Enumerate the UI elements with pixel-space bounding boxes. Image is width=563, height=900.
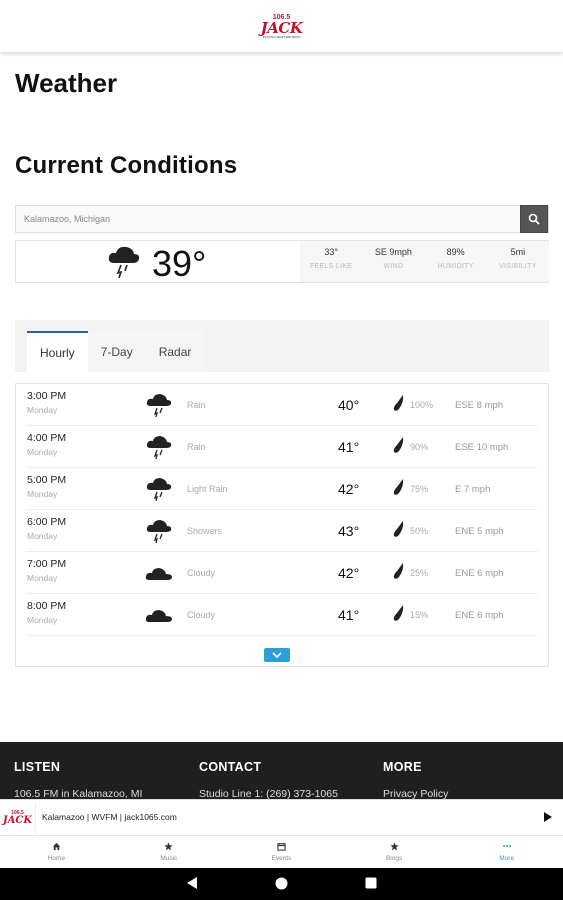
recents-icon[interactable] xyxy=(365,877,377,889)
play-icon[interactable] xyxy=(543,811,553,823)
footer-more: MORE Privacy Policy xyxy=(383,760,449,800)
current-temperature: 39° xyxy=(152,243,207,284)
current-stats: 33° FEELS LIKE SE 9mph WIND 89% HUMIDITY… xyxy=(300,241,549,282)
location-search xyxy=(15,205,549,233)
stat-feels-like: 33° FEELS LIKE xyxy=(309,247,353,270)
tab-hourly[interactable]: Hourly xyxy=(27,331,88,372)
player-title: Kalamazoo | WVFM | jack1065.com xyxy=(42,812,177,822)
precipitation-icon xyxy=(393,563,404,579)
footer-listen: LISTEN 106.5 FM in Kalamazoo, MI xyxy=(14,760,143,800)
rain-cloud-icon xyxy=(146,436,172,460)
home-icon xyxy=(52,842,60,850)
rain-cloud-icon xyxy=(146,520,172,544)
search-icon xyxy=(528,213,540,225)
footer-contact: CONTACT Studio Line 1: (269) 373-1065 xyxy=(199,760,338,800)
show-more-button[interactable] xyxy=(264,648,290,662)
stat-visibility: 5mi VISIBILITY xyxy=(499,247,537,270)
hourly-row: 5:00 PM Monday Light Rain 42° 75% E 7 mp… xyxy=(26,468,538,510)
star-icon xyxy=(164,841,174,850)
precipitation-icon xyxy=(393,479,404,495)
precipitation-icon xyxy=(393,521,404,537)
section-title: Current Conditions xyxy=(15,152,238,179)
hourly-row: 6:00 PM Monday Showers 43° 50% ENE 5 mph xyxy=(26,510,538,552)
mini-player[interactable]: 106.5 JACK Kalamazoo | WVFM | jack1065.c… xyxy=(0,799,563,835)
hourly-row: 7:00 PM Monday Cloudy 42° 25% ENE 6 mph xyxy=(26,552,538,594)
hourly-row: 3:00 PM Monday Rain 40° 100% ESE 8 mph xyxy=(26,384,538,426)
rain-cloud-icon xyxy=(108,246,140,279)
hourly-row: 4:00 PM Monday Rain 41° 90% ESE 10 mph xyxy=(26,426,538,468)
star-icon xyxy=(389,841,399,850)
system-nav-bar xyxy=(0,868,563,900)
bottom-nav: Home Music Events Blogs More xyxy=(0,835,563,868)
precipitation-icon xyxy=(393,395,404,411)
hourly-forecast-list: 3:00 PM Monday Rain 40° 100% ESE 8 mph 4… xyxy=(15,383,549,667)
cloud-icon xyxy=(145,568,172,580)
nav-home[interactable]: Home xyxy=(0,836,113,868)
tab-7-day[interactable]: 7-Day xyxy=(87,331,146,372)
top-bar: 106.5 JACK PLAYING WHAT WE WANT xyxy=(0,0,563,52)
forecast-tabs-bar: Hourly 7-Day Radar xyxy=(15,320,549,372)
stat-wind: SE 9mph WIND xyxy=(374,247,412,270)
nav-blogs[interactable]: Blogs xyxy=(338,836,451,868)
location-search-input[interactable] xyxy=(16,206,516,232)
chevron-down-icon xyxy=(272,652,282,658)
calendar-icon xyxy=(277,842,286,851)
precipitation-icon xyxy=(393,605,404,621)
current-conditions-card: 39° 33° FEELS LIKE SE 9mph WIND 89% HUMI… xyxy=(15,240,549,284)
page-title: Weather xyxy=(15,68,118,98)
search-button[interactable] xyxy=(520,205,548,233)
stat-humidity: 89% HUMIDITY xyxy=(437,247,474,270)
hourly-row: 8:00 PM Monday Cloudy 41° 15% ENE 6 mph xyxy=(26,594,538,636)
precipitation-icon xyxy=(393,437,404,453)
player-logo: 106.5 JACK xyxy=(0,802,36,834)
rain-cloud-icon xyxy=(146,478,172,502)
nav-music[interactable]: Music xyxy=(113,836,226,868)
more-dots-icon xyxy=(502,845,511,847)
home-circle-icon[interactable] xyxy=(275,877,288,890)
nav-more[interactable]: More xyxy=(450,836,563,868)
cloud-icon xyxy=(145,610,172,622)
back-icon[interactable] xyxy=(186,876,198,890)
rain-cloud-icon xyxy=(146,394,172,418)
nav-events[interactable]: Events xyxy=(225,836,338,868)
station-logo[interactable]: 106.5 JACK PLAYING WHAT WE WANT xyxy=(254,12,310,40)
tab-radar[interactable]: Radar xyxy=(145,331,205,372)
